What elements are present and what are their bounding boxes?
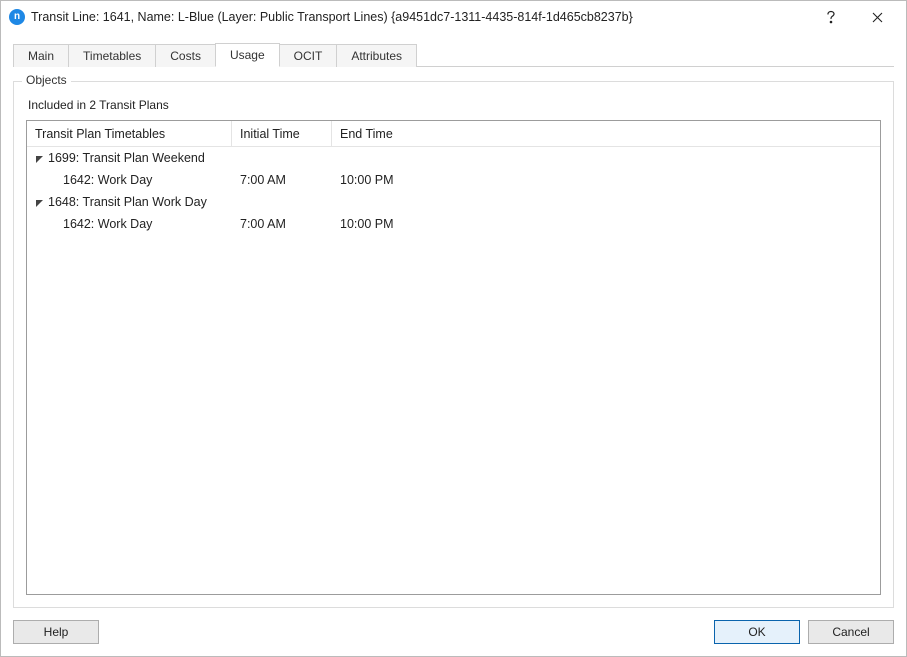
- row-name: 1648: Transit Plan Work Day: [27, 191, 232, 213]
- row-name: 1642: Work Day: [27, 213, 232, 235]
- table-row[interactable]: 1642: Work Day 7:00 AM 10:00 PM: [27, 213, 880, 235]
- window-controls: [808, 2, 900, 32]
- column-header-initial[interactable]: Initial Time: [232, 121, 332, 146]
- row-label: 1642: Work Day: [63, 173, 152, 187]
- titlebar: n Transit Line: 1641, Name: L-Blue (Laye…: [1, 1, 906, 33]
- help-button[interactable]: Help: [13, 620, 99, 644]
- row-end: 10:00 PM: [332, 213, 880, 235]
- tabs: Main Timetables Costs Usage OCIT Attribu…: [13, 41, 894, 67]
- included-count: Included in 2 Transit Plans: [28, 98, 881, 112]
- tab-attributes[interactable]: Attributes: [336, 44, 417, 67]
- chevron-down-icon[interactable]: [35, 198, 44, 207]
- tab-main[interactable]: Main: [13, 44, 69, 67]
- table-header: Transit Plan Timetables Initial Time End…: [27, 121, 880, 147]
- close-button[interactable]: [854, 2, 900, 32]
- client-area: Main Timetables Costs Usage OCIT Attribu…: [1, 33, 906, 656]
- tab-ocit[interactable]: OCIT: [279, 44, 338, 67]
- table-row[interactable]: 1648: Transit Plan Work Day: [27, 191, 880, 213]
- row-initial: 7:00 AM: [232, 213, 332, 235]
- row-end: [332, 147, 880, 169]
- row-name: 1699: Transit Plan Weekend: [27, 147, 232, 169]
- window-title: Transit Line: 1641, Name: L-Blue (Layer:…: [31, 10, 808, 24]
- dialog-buttons: Help OK Cancel: [13, 608, 894, 644]
- row-label: 1648: Transit Plan Work Day: [48, 195, 207, 209]
- chevron-down-icon[interactable]: [35, 154, 44, 163]
- column-header-end[interactable]: End Time: [332, 121, 880, 146]
- transit-plan-table[interactable]: Transit Plan Timetables Initial Time End…: [26, 120, 881, 595]
- row-end: 10:00 PM: [332, 169, 880, 191]
- row-initial: [232, 191, 332, 213]
- app-icon: n: [9, 9, 25, 25]
- row-label: 1699: Transit Plan Weekend: [48, 151, 205, 165]
- row-initial: [232, 147, 332, 169]
- row-initial: 7:00 AM: [232, 169, 332, 191]
- row-end: [332, 191, 880, 213]
- table-row[interactable]: 1642: Work Day 7:00 AM 10:00 PM: [27, 169, 880, 191]
- group-legend: Objects: [22, 73, 71, 87]
- help-button[interactable]: [808, 2, 854, 32]
- tab-timetables[interactable]: Timetables: [68, 44, 156, 67]
- row-name: 1642: Work Day: [27, 169, 232, 191]
- row-label: 1642: Work Day: [63, 217, 152, 231]
- table-row[interactable]: 1699: Transit Plan Weekend: [27, 147, 880, 169]
- tab-usage[interactable]: Usage: [215, 43, 280, 67]
- tab-costs[interactable]: Costs: [155, 44, 216, 67]
- ok-button[interactable]: OK: [714, 620, 800, 644]
- column-header-name[interactable]: Transit Plan Timetables: [27, 121, 232, 146]
- objects-group: Objects Included in 2 Transit Plans Tran…: [13, 81, 894, 608]
- cancel-button[interactable]: Cancel: [808, 620, 894, 644]
